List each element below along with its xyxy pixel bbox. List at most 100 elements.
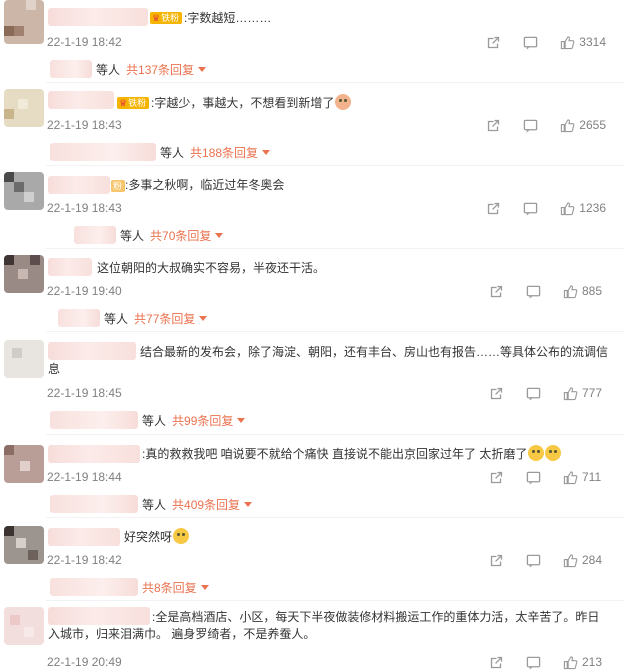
- comment-icon[interactable]: [526, 386, 541, 401]
- reply-label: 等人: [104, 311, 129, 326]
- fan-badge: ♛铁粉: [150, 12, 183, 24]
- username[interactable]: [48, 258, 92, 276]
- thumbs-up-icon[interactable]: [563, 386, 578, 401]
- view-replies-link[interactable]: 共188条回复: [190, 144, 271, 161]
- avatar[interactable]: [4, 340, 44, 378]
- avatar[interactable]: [4, 255, 44, 293]
- caret-down-icon: [199, 315, 208, 321]
- share-icon[interactable]: [486, 118, 501, 133]
- thumbs-up-icon[interactable]: [560, 118, 575, 133]
- comment-icon[interactable]: [526, 284, 541, 299]
- comment-item: ♛铁粉 :字数越短……… 22-1-19 18:42 3314 等人 共137条…: [0, 0, 624, 83]
- username[interactable]: [48, 445, 140, 463]
- fist-emoji-icon: [335, 94, 352, 110]
- like-count: 284: [582, 553, 603, 567]
- comment-actions: 777: [489, 385, 606, 401]
- avatar[interactable]: [4, 607, 44, 645]
- replier-names: [50, 60, 92, 78]
- share-icon[interactable]: [489, 386, 504, 401]
- reply-summary: 等人 共70条回复: [74, 225, 224, 245]
- view-replies-label: 共77条回复: [134, 311, 196, 326]
- thumbs-up-icon[interactable]: [560, 35, 575, 50]
- replier-names: [50, 495, 138, 513]
- view-replies-link[interactable]: 共77条回复: [134, 310, 208, 327]
- avatar[interactable]: [4, 0, 44, 44]
- avatar[interactable]: [4, 172, 44, 210]
- view-replies-link[interactable]: 共99条回复: [172, 412, 246, 429]
- comment-text-content: :真的救救我吧 咱说要不就给个痛快 直接说不能出京回家过年了 太折磨了: [142, 447, 528, 461]
- share-icon[interactable]: [489, 470, 504, 485]
- replier-names: [58, 309, 100, 327]
- avatar[interactable]: [4, 445, 44, 483]
- username[interactable]: [48, 8, 148, 26]
- view-replies-link[interactable]: 共70条回复: [150, 227, 224, 244]
- comment-actions: 284: [489, 552, 606, 568]
- view-replies-label: 共70条回复: [150, 228, 212, 243]
- thumbs-up-icon[interactable]: [563, 284, 578, 299]
- view-replies-link[interactable]: 共409条回复: [172, 496, 253, 513]
- comment-text: 结合最新的发布会，除了海淀、朝阳，还有丰台、房山也有报告……等具体公布的流调信息: [48, 345, 609, 376]
- share-icon[interactable]: [489, 655, 504, 670]
- comment-icon[interactable]: [526, 655, 541, 670]
- like-count: 3314: [579, 35, 606, 49]
- surprised-emoji-icon: [173, 528, 190, 544]
- reply-summary: 共8条回复: [50, 577, 209, 597]
- thumbs-up-icon[interactable]: [563, 470, 578, 485]
- comment-text: :多事之秋啊，临近过年冬奥会: [125, 178, 285, 192]
- caret-down-icon: [198, 66, 207, 72]
- reply-summary: 等人 共77条回复: [58, 308, 208, 328]
- fan-badge-label: 铁粉: [128, 98, 147, 108]
- thumbs-up-icon[interactable]: [560, 201, 575, 216]
- comment-time: 22-1-19 18:44: [47, 470, 122, 484]
- username[interactable]: [48, 176, 110, 194]
- comment-text-content: 好突然呀: [124, 530, 173, 544]
- avatar[interactable]: [4, 526, 44, 564]
- replier-names: [50, 143, 156, 161]
- comment-item: 粉 :多事之秋啊，临近过年冬奥会 22-1-19 18:43 1236 等人 共…: [0, 166, 624, 249]
- reply-label: 等人: [160, 145, 185, 160]
- share-icon[interactable]: [486, 201, 501, 216]
- comment-item: 这位朝阳的大叔确实不容易，半夜还干活。 22-1-19 19:40 885 等人…: [0, 249, 624, 332]
- share-icon[interactable]: [486, 35, 501, 50]
- username[interactable]: [48, 91, 114, 109]
- comment-icon[interactable]: [526, 470, 541, 485]
- like-count: 1236: [579, 201, 606, 215]
- comment-icon[interactable]: [523, 118, 538, 133]
- comment-text: 这位朝阳的大叔确实不容易，半夜还干活。: [97, 261, 326, 275]
- comment-text: :全是高档酒店、小区，每天下半夜做装修材料搬运工作的重体力活，太辛苦了。昨日入城…: [48, 610, 600, 641]
- thumbs-up-icon[interactable]: [563, 553, 578, 568]
- comment-item: 结合最新的发布会，除了海淀、朝阳，还有丰台、房山也有报告……等具体公布的流调信息…: [0, 332, 624, 435]
- thumbs-up-icon[interactable]: [563, 655, 578, 670]
- replier-names: [50, 578, 138, 596]
- caret-down-icon: [200, 584, 209, 590]
- replier-names: [50, 411, 138, 429]
- like-count: 777: [582, 386, 603, 400]
- comment-item: ♛铁粉 :字越少，事越大，不想看到新增了 22-1-19 18:43 2655 …: [0, 83, 624, 166]
- comment-time: 22-1-19 18:45: [47, 386, 122, 400]
- reply-label: 等人: [142, 497, 167, 512]
- comment-time: 22-1-19 18:43: [47, 201, 122, 215]
- comment-text: :字越少，事越大，不想看到新增了: [151, 94, 352, 112]
- comment-actions: 711: [489, 469, 606, 485]
- comment-icon[interactable]: [523, 35, 538, 50]
- share-icon[interactable]: [489, 284, 504, 299]
- comment-time: 22-1-19 18:43: [47, 118, 122, 132]
- view-replies-link[interactable]: 共137条回复: [126, 61, 207, 78]
- like-count: 213: [582, 655, 603, 669]
- comment-icon[interactable]: [523, 201, 538, 216]
- fan-badge-label: 铁粉: [161, 13, 180, 23]
- comment-time: 22-1-19 19:40: [47, 284, 122, 298]
- fan-badge: ♛铁粉: [117, 97, 150, 109]
- share-icon[interactable]: [489, 553, 504, 568]
- avatar[interactable]: [4, 89, 44, 127]
- reply-summary: 等人 共409条回复: [50, 494, 253, 514]
- reply-summary: 等人 共188条回复: [50, 142, 271, 162]
- username[interactable]: [48, 528, 120, 546]
- view-replies-link[interactable]: 共8条回复: [142, 579, 209, 596]
- like-count: 2655: [579, 118, 606, 132]
- comment-time: 22-1-19 20:49: [47, 655, 122, 669]
- view-replies-label: 共8条回复: [142, 580, 197, 595]
- caret-down-icon: [262, 149, 271, 155]
- reply-summary: 等人 共99条回复: [50, 410, 246, 430]
- comment-icon[interactable]: [526, 553, 541, 568]
